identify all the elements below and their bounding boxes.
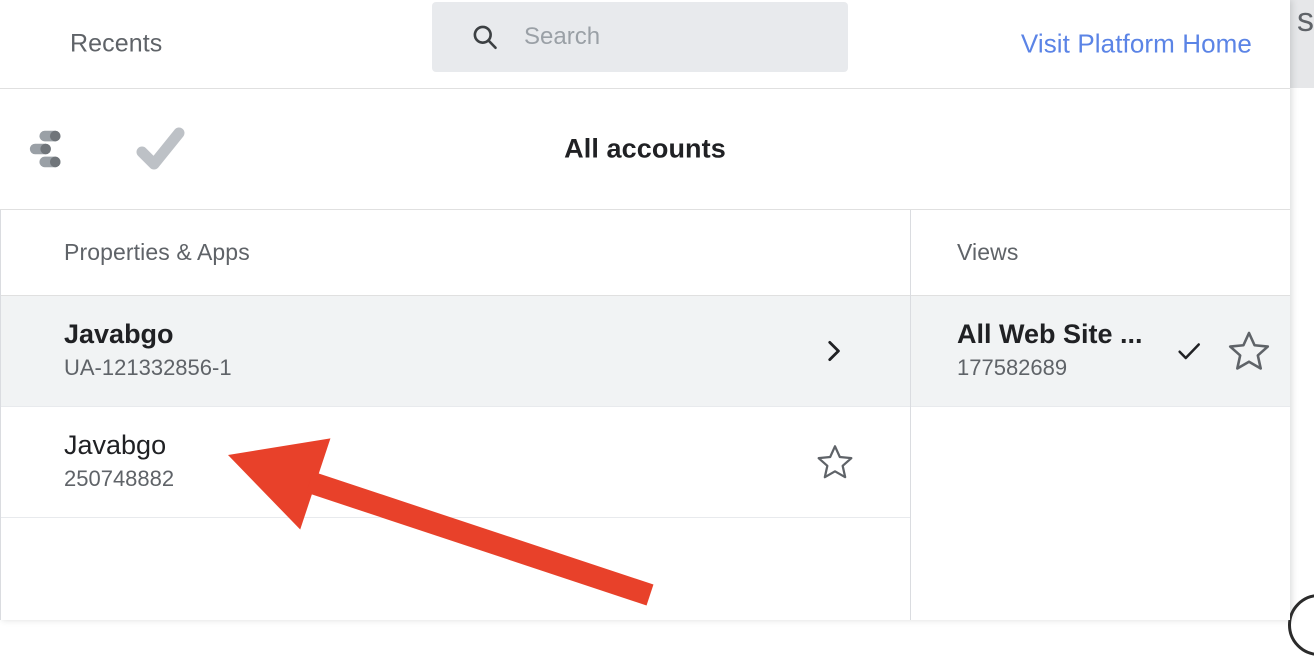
property-row-text: Javabgo UA-121332856-1	[64, 319, 810, 382]
background-clipped-text: s	[1297, 1, 1314, 39]
property-id: 250748882	[64, 466, 175, 492]
views-header-label: Views	[957, 239, 1019, 265]
property-name: Javabgo	[64, 319, 174, 350]
properties-apps-column: Properties & Apps Javabgo UA-121332856-1	[0, 210, 911, 620]
search-input[interactable]	[524, 23, 834, 51]
view-name: All Web Site ...	[957, 319, 1143, 350]
table-row[interactable]: All Web Site ... 177582689	[911, 296, 1290, 407]
visit-platform-home-link[interactable]: Visit Platform Home	[1021, 29, 1252, 60]
recents-label: Recents	[70, 29, 163, 58]
property-row-actions	[812, 439, 886, 485]
table-row[interactable]: Javabgo UA-121332856-1	[1, 296, 910, 407]
star-outline-icon[interactable]	[1226, 328, 1272, 374]
search-box[interactable]	[432, 2, 848, 72]
dialog-top-bar: Recents Visit Platform Home	[0, 0, 1290, 89]
view-id: 177582689	[957, 355, 1068, 381]
table-row[interactable]: Javabgo 250748882	[1, 407, 910, 518]
views-empty-space	[911, 407, 1290, 620]
property-name: Javabgo	[64, 430, 167, 461]
property-row-text: Javabgo 250748882	[64, 430, 812, 493]
properties-apps-column-header: Properties & Apps	[1, 210, 910, 296]
account-selector-panel: Recents Visit Platform Home All accounts	[0, 0, 1290, 620]
star-outline-icon[interactable]	[812, 439, 858, 485]
property-id: UA-121332856-1	[64, 355, 232, 381]
search-icon	[473, 25, 497, 50]
view-row-actions	[1166, 328, 1272, 374]
views-column-header: Views	[911, 210, 1290, 296]
toolbar-title: All accounts	[564, 133, 726, 164]
property-row-actions	[810, 328, 886, 374]
check-icon[interactable]	[1166, 328, 1212, 374]
view-row-text: All Web Site ... 177582689	[957, 319, 1166, 382]
views-column: Views All Web Site ... 177582689	[911, 210, 1290, 620]
properties-apps-header-label: Properties & Apps	[64, 239, 250, 265]
properties-empty-space	[1, 518, 910, 620]
dialog-toolbar: All accounts	[0, 89, 1290, 210]
chevron-right-icon[interactable]	[810, 328, 856, 374]
background-circle-glyph	[1288, 594, 1314, 656]
accounts-table: Properties & Apps Javabgo UA-121332856-1	[0, 210, 1290, 620]
